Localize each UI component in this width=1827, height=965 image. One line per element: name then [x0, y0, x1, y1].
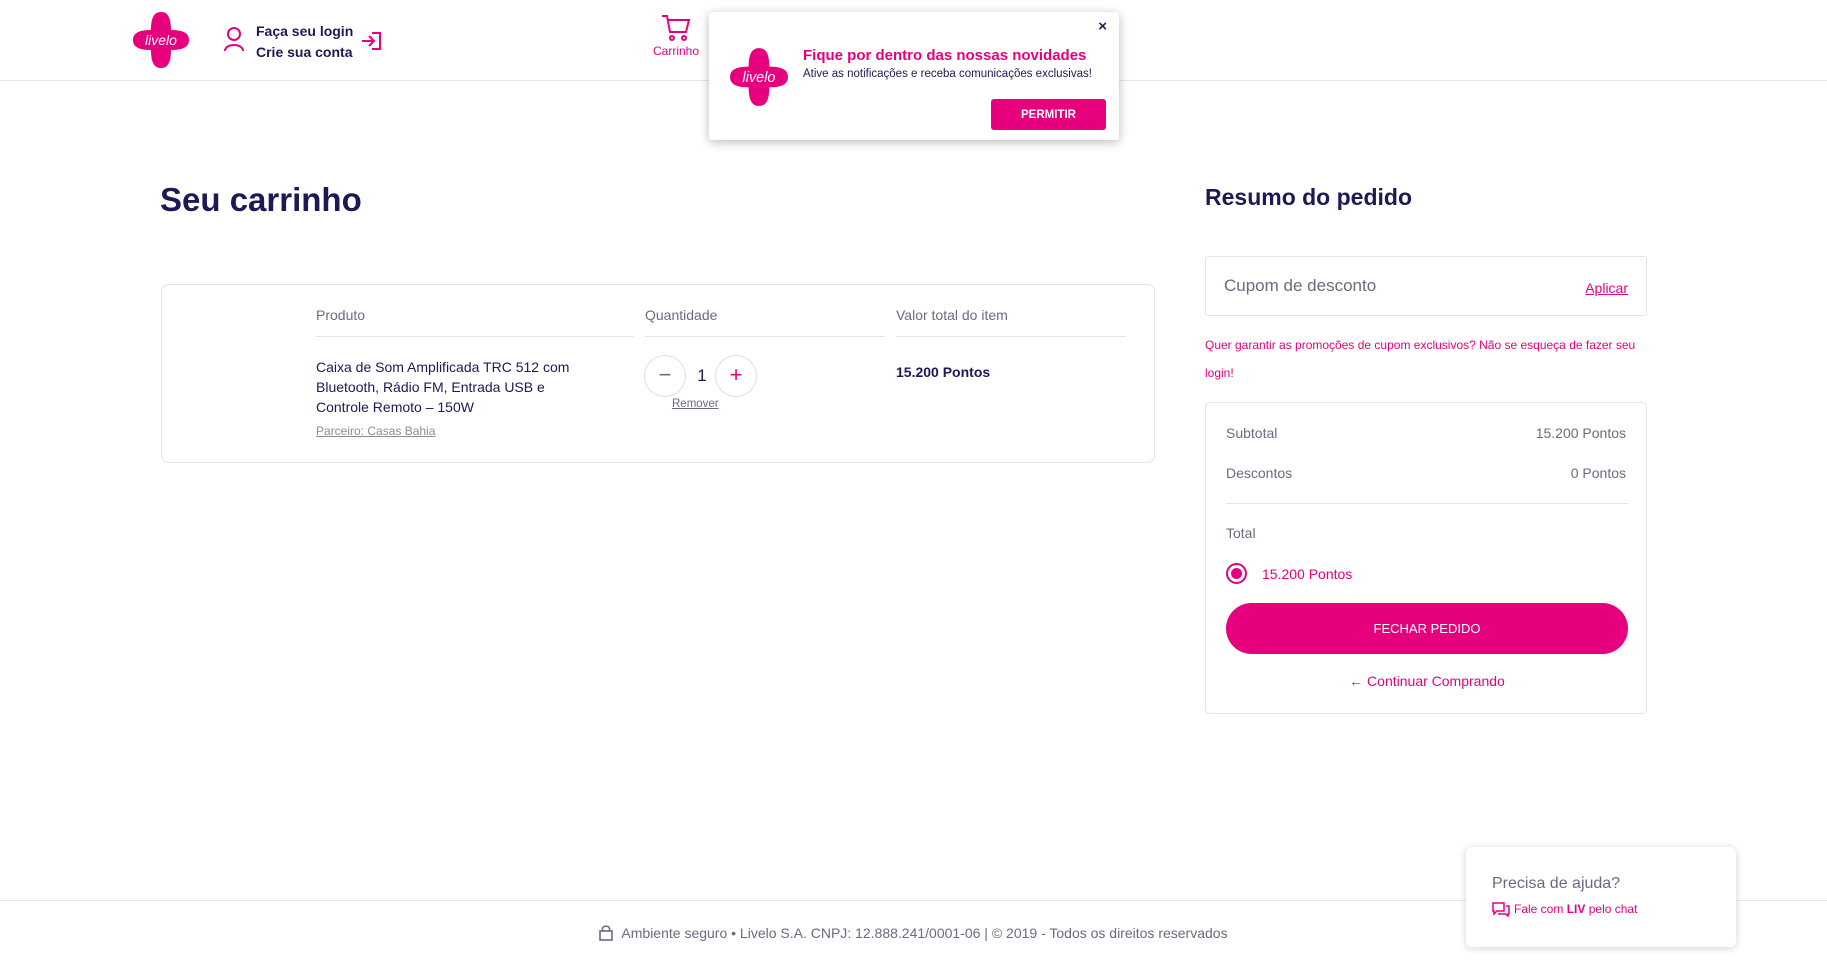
chat-link-suffix: pelo chat [1588, 902, 1638, 916]
summary-divider [1226, 503, 1628, 504]
coupon-box: Aplicar [1205, 256, 1647, 316]
item-total-value: 15.200 Pontos [896, 364, 991, 380]
column-divider [896, 336, 1126, 337]
apply-coupon-link[interactable]: Aplicar [1585, 280, 1628, 296]
livelo-logo: livelo [730, 48, 788, 106]
coupon-input[interactable] [1224, 276, 1524, 296]
svg-text:livelo: livelo [145, 32, 177, 48]
login-arrow-icon[interactable] [360, 31, 382, 51]
checkout-button[interactable]: FECHAR PEDIDO [1226, 603, 1628, 654]
page-title: Seu carrinho [160, 181, 362, 218]
notification-text: Ative as notificações e receba comunicaç… [803, 68, 1092, 80]
coupon-login-note[interactable]: Quer garantir as promoções de cupom excl… [1205, 331, 1655, 387]
continue-shopping-link[interactable]: ← Continuar Comprando [1206, 673, 1648, 689]
cart-label: Carrinho [652, 44, 700, 58]
lock-icon [599, 925, 614, 941]
product-name[interactable]: Caixa de Som Amplificada TRC 512 com Blu… [316, 357, 596, 417]
remove-item-link[interactable]: Remover [672, 398, 719, 410]
quantity-increase-button[interactable]: + [715, 355, 757, 397]
notification-popup: × livelo Fique por dentro das nossas nov… [709, 12, 1119, 140]
column-header-product: Produto [316, 307, 366, 323]
cart-icon [662, 15, 691, 41]
column-divider [316, 336, 634, 337]
livelo-logo[interactable]: livelo [131, 10, 191, 70]
notification-title: Fique por dentro das nossas novidades [803, 47, 1087, 64]
total-label: Total [1226, 525, 1256, 541]
column-header-quantity: Quantidade [645, 307, 718, 323]
discount-label: Descontos [1226, 465, 1293, 481]
chat-link-prefix: Fale com [1514, 902, 1564, 916]
user-icon[interactable] [223, 26, 245, 52]
chat-link-brand: LIV [1566, 902, 1586, 916]
footer-text: Ambiente seguro • Livelo S.A. CNPJ: 12.8… [621, 925, 1228, 941]
total-points-option[interactable]: 15.200 Pontos [1262, 566, 1352, 582]
column-divider [645, 336, 885, 337]
payment-option-radio[interactable] [1226, 563, 1247, 584]
close-icon[interactable]: × [1098, 18, 1107, 35]
quantity-decrease-button[interactable]: − [644, 355, 686, 397]
subtotal-value: 15.200 Pontos [1535, 425, 1626, 441]
cart-link[interactable]: Carrinho [650, 14, 702, 58]
partner-link[interactable]: Parceiro: Casas Bahia [316, 424, 435, 438]
help-widget[interactable]: Precisa de ajuda? Fale com LIV pelo chat [1466, 847, 1736, 947]
summary-title: Resumo do pedido [1205, 184, 1412, 210]
signup-link[interactable]: Crie sua conta [256, 42, 353, 63]
login-title: Faça seu login [256, 23, 354, 39]
svg-text:livelo: livelo [743, 70, 776, 86]
subtotal-label: Subtotal [1226, 425, 1278, 441]
chat-link[interactable]: Fale com LIV pelo chat [1492, 901, 1638, 918]
login-link[interactable]: Faça seu login Crie sua conta [256, 21, 353, 63]
column-header-total: Valor total do item [896, 307, 1008, 323]
summary-card: Subtotal 15.200 Pontos Descontos 0 Ponto… [1205, 402, 1647, 714]
help-title: Precisa de ajuda? [1492, 875, 1621, 892]
chat-icon [1492, 902, 1510, 918]
cart-items-card: Produto Quantidade Valor total do item C… [161, 284, 1155, 463]
allow-notifications-button[interactable]: PERMITIR [991, 99, 1106, 130]
discount-value: 0 Pontos [1570, 465, 1626, 481]
quantity-value: 1 [697, 366, 707, 385]
